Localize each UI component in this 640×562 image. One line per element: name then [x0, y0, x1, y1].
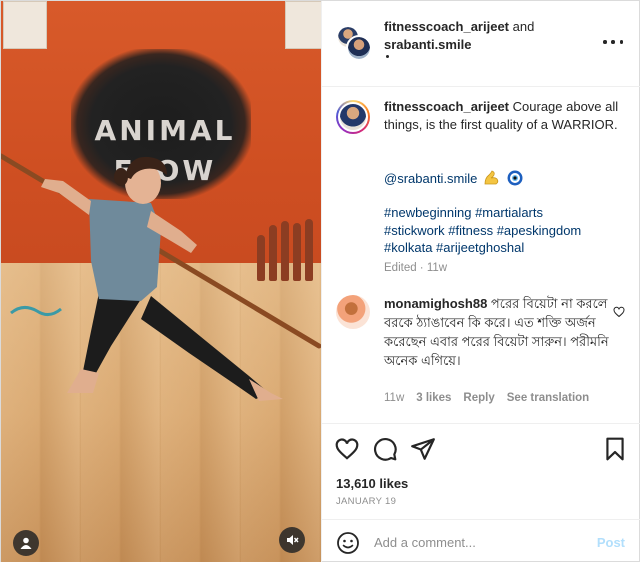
post-dialog: ANIMALFLOW	[0, 0, 640, 562]
comment-avatar[interactable]	[336, 295, 370, 329]
hashtag-line[interactable]: #stickwork #fitness #apeskingdom	[384, 222, 624, 240]
caption-avatar[interactable]	[336, 100, 370, 134]
mute-icon	[287, 535, 299, 545]
hashtag-line[interactable]: #newbeginning #martialarts	[384, 204, 624, 222]
caption-hashtags: #newbeginning #martialarts #stickwork #f…	[384, 204, 624, 257]
post-side-panel: fitnesscoach_arijeet and srabanti.smile …	[321, 1, 640, 562]
post-header-title: fitnesscoach_arijeet and srabanti.smile	[384, 18, 584, 54]
comment-input[interactable]	[374, 530, 584, 554]
header-username-1[interactable]: fitnesscoach_arijeet	[384, 19, 509, 34]
post-comment-button[interactable]: Post	[597, 535, 625, 550]
comment-likes[interactable]: 3 likes	[416, 392, 451, 404]
likes-count[interactable]: 13,610 likes	[336, 476, 408, 491]
post-header: fitnesscoach_arijeet and srabanti.smile	[322, 1, 640, 87]
caption-mention-line: @srabanti.smile	[384, 170, 523, 186]
more-icon	[603, 40, 607, 44]
post-media[interactable]: ANIMALFLOW	[1, 1, 321, 562]
see-translation-button[interactable]: See translation	[507, 392, 589, 404]
header-username-2[interactable]: srabanti.smile	[384, 37, 471, 52]
muscle-emoji-icon	[485, 170, 499, 185]
comment-like-heart-icon[interactable]	[613, 306, 625, 318]
header-dot	[386, 55, 389, 58]
emoji-icon[interactable]	[336, 531, 360, 555]
heart-icon[interactable]	[334, 436, 360, 462]
comment-reply-button[interactable]: Reply	[463, 392, 494, 404]
share-icon[interactable]	[410, 436, 436, 462]
media-person-with-staff	[1, 153, 321, 401]
nazar-emoji-icon	[507, 170, 523, 186]
hashtag-line[interactable]: #kolkata #arijeetghoshal	[384, 239, 624, 257]
collab-avatars[interactable]	[336, 25, 372, 61]
post-actions: 13,610 likes JANUARY 19	[322, 423, 640, 519]
comment-text: monamighosh88 পরের বিয়েটা না করলে বরকে …	[384, 294, 610, 370]
caption-mention[interactable]: @srabanti.smile	[384, 171, 477, 186]
header-and: and	[512, 19, 535, 34]
comment-meta: 11w 3 likes Reply See translation	[384, 392, 589, 404]
bookmark-icon[interactable]	[602, 436, 628, 462]
post-date: JANUARY 19	[336, 496, 397, 507]
tagged-users-button[interactable]	[13, 530, 39, 556]
more-options-button[interactable]	[603, 35, 623, 49]
comment-time: 11w	[384, 392, 405, 404]
mute-button[interactable]	[279, 527, 305, 553]
caption-username[interactable]: fitnesscoach_arijeet	[384, 99, 509, 114]
comment-username[interactable]: monamighosh88	[384, 296, 487, 311]
caption-text: fitnesscoach_arijeet Courage above all t…	[384, 98, 624, 133]
caption-edited-time: Edited · 11w	[384, 262, 448, 274]
add-comment-bar: Post	[322, 519, 640, 562]
comment-icon[interactable]	[372, 436, 398, 462]
user-tag-icon	[20, 537, 32, 549]
comments-section: fitnesscoach_arijeet Courage above all t…	[322, 88, 640, 423]
avatar[interactable]	[346, 35, 372, 61]
